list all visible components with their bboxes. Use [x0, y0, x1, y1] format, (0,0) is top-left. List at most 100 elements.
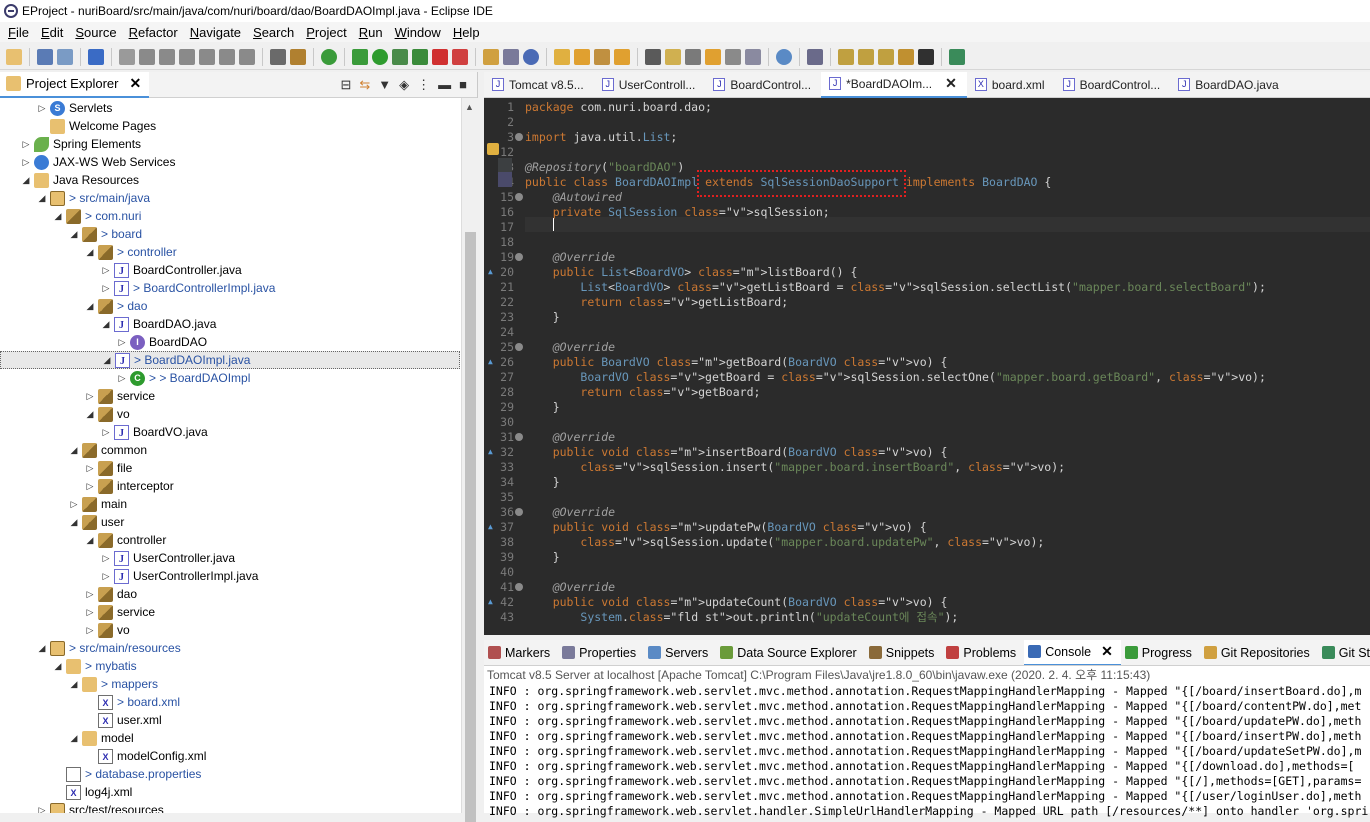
tree-item[interactable]: ▷ src/test/resources	[0, 801, 460, 813]
collapse-arrow-icon[interactable]: ▷	[20, 157, 32, 168]
expand-arrow-icon[interactable]: ◢	[68, 229, 80, 240]
bottom-tab[interactable]: Git Repositories	[1200, 640, 1318, 665]
tree-item[interactable]: ▷ main	[0, 495, 460, 513]
tree-item[interactable]: ◢ > src/main/java	[0, 189, 460, 207]
expand-arrow-icon[interactable]: ◢	[84, 247, 96, 258]
run-icon[interactable]	[372, 48, 388, 65]
step-into-icon[interactable]	[199, 48, 215, 65]
step-over-icon[interactable]	[219, 48, 235, 65]
expand-arrow-icon[interactable]: ◢	[100, 319, 112, 330]
expand-arrow-icon[interactable]: ◢	[84, 409, 96, 420]
link-with-editor-icon[interactable]: ⇆	[359, 77, 370, 93]
tree-item[interactable]: ▷ dao	[0, 585, 460, 603]
menu-project[interactable]: Project	[300, 25, 352, 40]
expand-arrow-icon[interactable]: ◢	[68, 733, 80, 744]
override-marker-icon[interactable]: ▲	[488, 448, 496, 456]
expand-arrow-icon[interactable]: ◢	[36, 643, 48, 654]
tree-item[interactable]: ◢ > controller	[0, 243, 460, 261]
menu-navigate[interactable]: Navigate	[184, 25, 247, 40]
code-area[interactable]: 123121314151617181920▲212223242526▲27282…	[484, 99, 1370, 635]
expand-arrow-icon[interactable]: ◢	[68, 517, 80, 528]
fold-toggle-icon[interactable]	[515, 583, 523, 591]
collapse-arrow-icon[interactable]: ▷	[84, 391, 96, 402]
tree-item[interactable]: ▷ J > BoardControllerImpl.java	[0, 279, 460, 297]
bottom-tab[interactable]: Problems	[942, 640, 1024, 665]
tree-item[interactable]: ◢ J BoardDAO.java	[0, 315, 460, 333]
new-icon[interactable]	[6, 48, 22, 65]
tree-item[interactable]: Xlog4j.xml	[0, 783, 460, 801]
expand-arrow-icon[interactable]: ◢	[84, 301, 96, 312]
open-type-icon[interactable]	[270, 48, 286, 65]
terminate-icon[interactable]	[179, 48, 195, 65]
focus-on-active-task-icon[interactable]: ◈	[399, 77, 409, 93]
fold-toggle-icon[interactable]	[515, 433, 523, 441]
collapse-arrow-icon[interactable]: ▷	[20, 139, 32, 150]
paragraph-icon[interactable]	[745, 48, 761, 65]
menu-help[interactable]: Help	[447, 25, 486, 40]
search-icon[interactable]	[807, 48, 823, 65]
tab-project-explorer[interactable]: Project Explorer ✕	[0, 71, 150, 98]
resume-icon[interactable]	[139, 48, 155, 65]
expand-arrow-icon[interactable]: ◢	[52, 211, 64, 222]
save-icon[interactable]	[37, 48, 53, 65]
toggle-breadcrumb-icon[interactable]	[685, 48, 701, 65]
expand-arrow-icon[interactable]: ◢	[84, 535, 96, 546]
back-arrow-icon[interactable]	[898, 48, 914, 65]
tree-item[interactable]: ◢ Java Resources	[0, 171, 460, 189]
collapse-arrow-icon[interactable]: ▷	[116, 337, 128, 348]
close-icon[interactable]: ✕	[129, 75, 141, 92]
coverage-icon[interactable]	[392, 48, 408, 65]
override-marker-icon[interactable]: ▲	[488, 268, 496, 276]
project-explorer-scrollbar[interactable]: ▲	[461, 98, 478, 822]
debug-icon[interactable]	[352, 48, 368, 65]
spring-boot-icon[interactable]	[321, 48, 337, 65]
use-step-filters-icon[interactable]	[290, 48, 306, 65]
tree-item[interactable]: ◢ model	[0, 729, 460, 747]
collapse-arrow-icon[interactable]: ▷	[84, 607, 96, 618]
tree-item[interactable]: ◢ J > BoardDAOImpl.java	[0, 351, 460, 369]
maximize-icon[interactable]: ■	[459, 77, 467, 92]
minimize-icon[interactable]: ▬	[438, 77, 451, 92]
menu-refactor[interactable]: Refactor	[123, 25, 184, 40]
tree-item[interactable]: Welcome Pages	[0, 117, 460, 135]
tree-item[interactable]: ◢ > src/main/resources	[0, 639, 460, 657]
tree-item[interactable]: ▷ Spring Elements	[0, 135, 460, 153]
tree-item[interactable]: Xuser.xml	[0, 711, 460, 729]
show-whitespace-icon[interactable]	[725, 48, 741, 65]
scroll-up-icon[interactable]: ▲	[465, 102, 474, 112]
expand-arrow-icon[interactable]: ◢	[101, 355, 113, 366]
collapse-arrow-icon[interactable]: ▷	[68, 499, 80, 510]
previous-annotation-icon[interactable]	[858, 48, 874, 65]
override-marker-icon[interactable]: ▲	[488, 598, 496, 606]
collapse-arrow-icon[interactable]: ▷	[116, 373, 128, 384]
open-folder-icon[interactable]	[574, 48, 590, 65]
expand-arrow-icon[interactable]: ◢	[68, 679, 80, 690]
scrollbar-thumb[interactable]	[465, 232, 476, 822]
bottom-tab[interactable]: Servers	[644, 640, 716, 665]
fold-toggle-icon[interactable]	[515, 253, 523, 261]
editor-tab[interactable]: J *BoardDAOIm... ✕	[821, 71, 967, 98]
menu-source[interactable]: Source	[69, 25, 122, 40]
menu-file[interactable]: File	[2, 25, 35, 40]
tree-item[interactable]: ◢ > com.nuri	[0, 207, 460, 225]
toggle-highlight-icon[interactable]	[665, 48, 681, 65]
tree-item[interactable]: > database.properties	[0, 765, 460, 783]
tree-item[interactable]: ▷ service	[0, 603, 460, 621]
tree-item[interactable]: ▷ C > > BoardDAOImpl	[0, 369, 460, 387]
terminal-icon[interactable]	[88, 48, 104, 65]
collapse-arrow-icon[interactable]: ▷	[100, 265, 112, 276]
tree-item[interactable]: ◢ > dao	[0, 297, 460, 315]
tree-item[interactable]: ▷ interceptor	[0, 477, 460, 495]
override-marker-icon[interactable]: ▲	[488, 523, 496, 531]
bottom-tab[interactable]: Git Staging	[1318, 640, 1370, 665]
new-class-icon[interactable]	[523, 48, 539, 65]
bottom-tab[interactable]: Properties	[558, 640, 644, 665]
console-output[interactable]: INFO : org.springframework.web.servlet.m…	[484, 684, 1370, 819]
tree-item[interactable]: ▷ J UserControllerImpl.java	[0, 567, 460, 585]
override-marker-icon[interactable]: ▲	[488, 358, 496, 366]
suspend-icon[interactable]	[159, 48, 175, 65]
tree-item[interactable]: ▷ J BoardController.java	[0, 261, 460, 279]
pencil-icon[interactable]	[594, 48, 610, 65]
collapse-arrow-icon[interactable]: ▷	[100, 427, 112, 438]
fold-toggle-icon[interactable]	[515, 133, 523, 141]
